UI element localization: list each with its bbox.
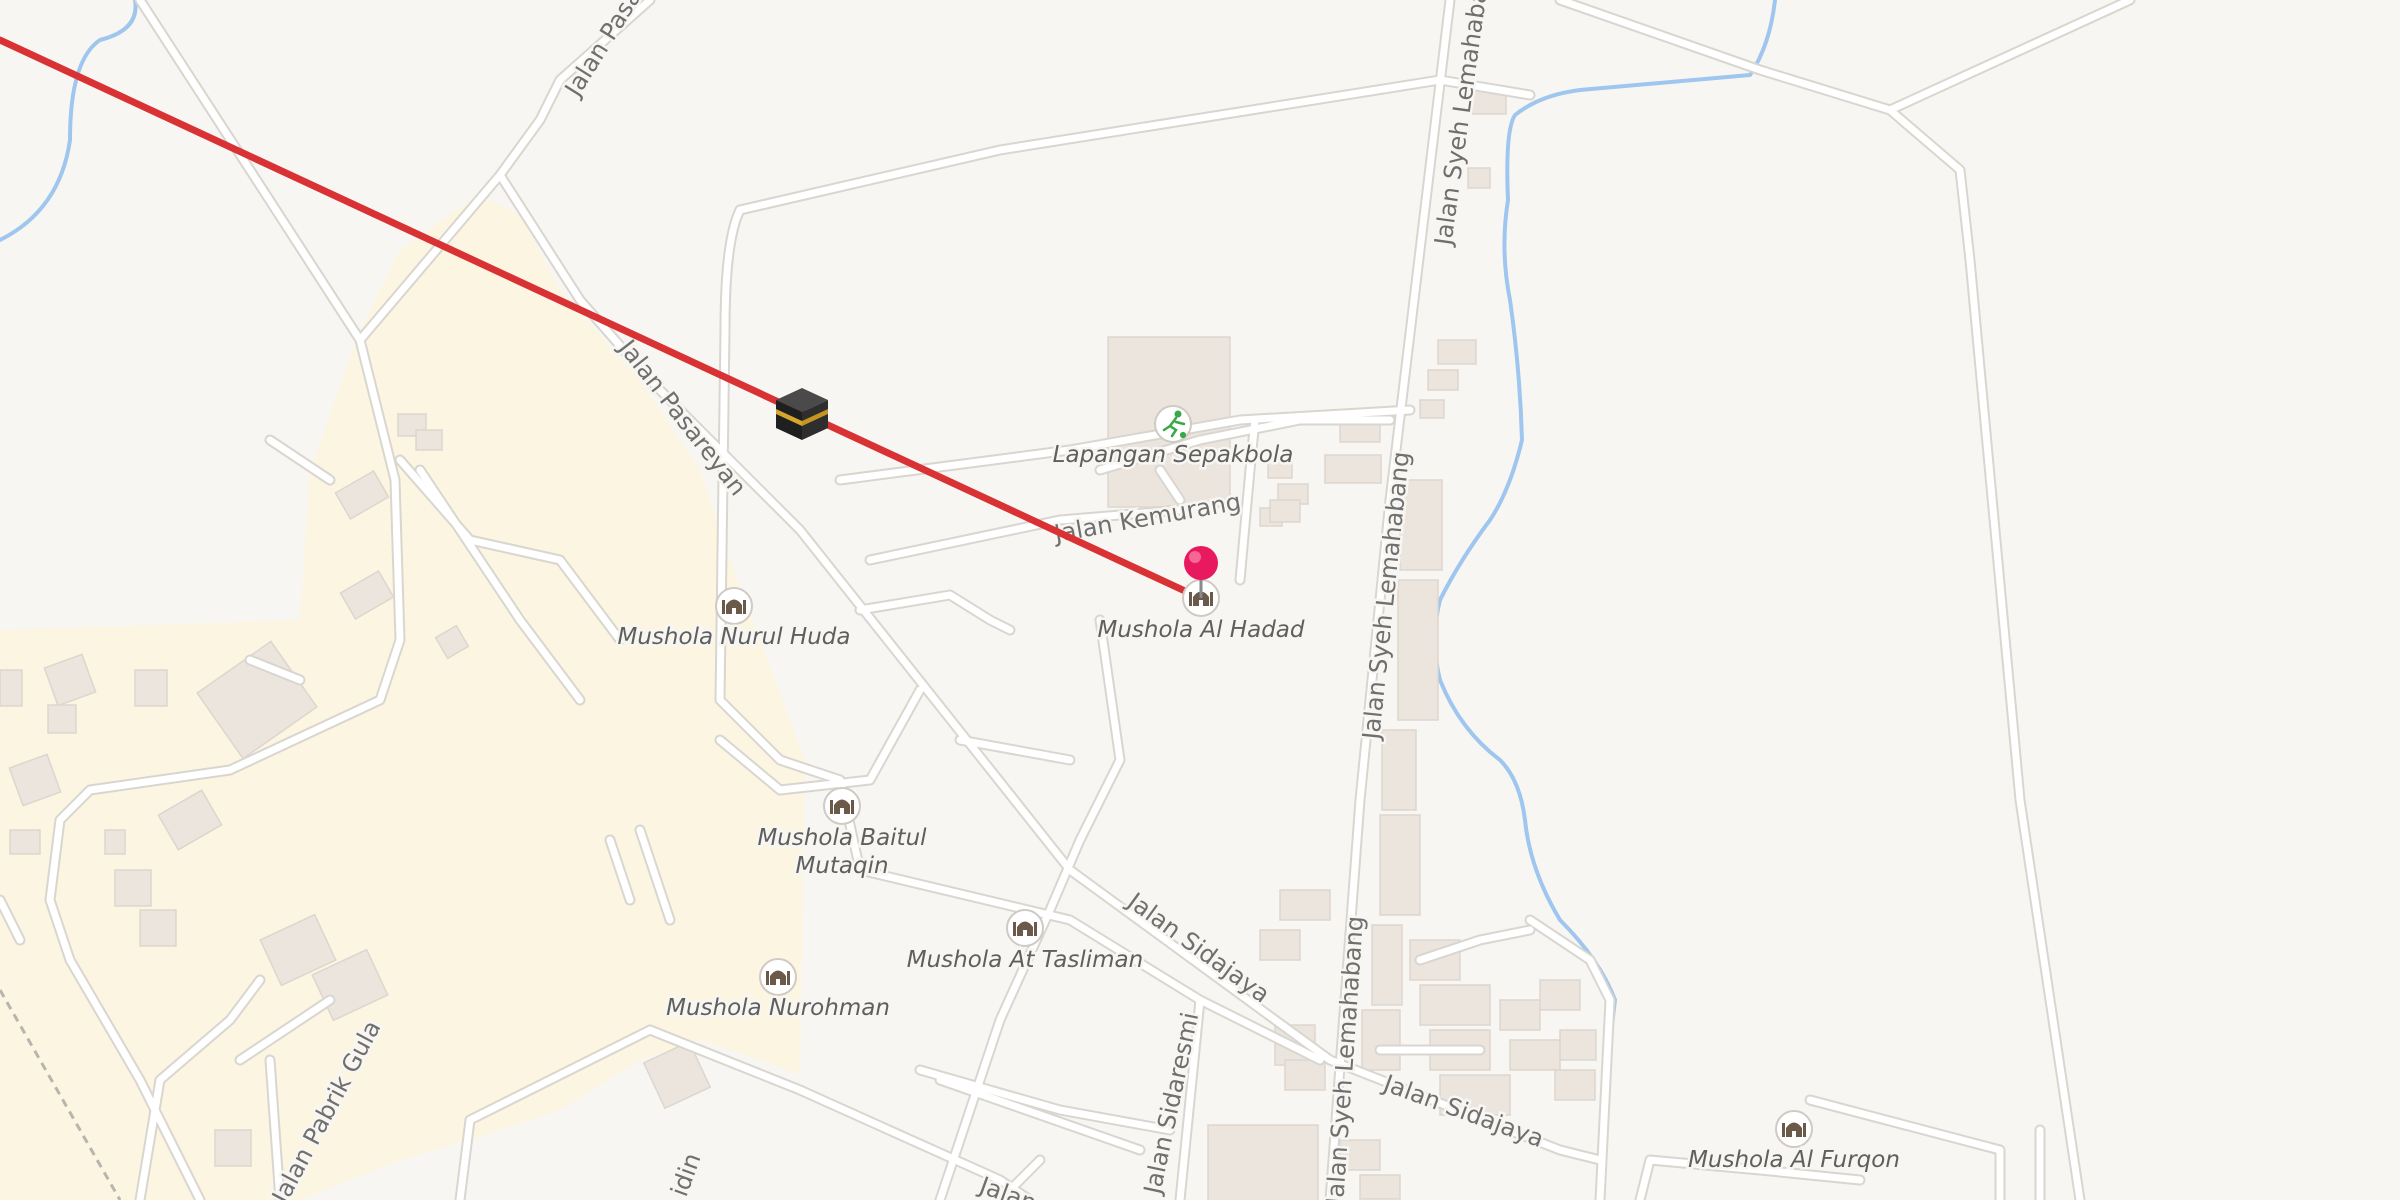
poi-label-mushola-al-hadad: Mushola Al Hadad	[1098, 617, 1305, 643]
poi-label-mushola-baitul-mutaqin-line2: Mutaqin	[795, 853, 888, 879]
stream-top-left	[0, 0, 138, 242]
poi-label-mushola-al-furqon: Mushola Al Furqon	[1688, 1147, 1900, 1173]
poi-label-mushola-baitul-mutaqin-line1: Mushola Baitul	[757, 825, 927, 851]
poi-label-mushola-nurul-huda: Mushola Nurul Huda	[618, 624, 851, 650]
street-label-jalan-bottom-left: idin	[665, 1149, 706, 1200]
kaaba-icon[interactable]	[776, 388, 828, 440]
poi-label-mushola-nurohman: Mushola Nurohman	[666, 995, 890, 1021]
poi-label-lapangan-sepakbola: Lapangan Sepakbola	[1053, 442, 1294, 468]
poi-label-mushola-at-tasliman: Mushola At Tasliman	[907, 947, 1143, 973]
map-canvas[interactable]: Jalan Pasar Jalan Pasareyan Jalan Kemura…	[0, 0, 2400, 1200]
street-label-jalan-sidajaya-1: Jalan Sidajaya	[1121, 886, 1275, 1009]
